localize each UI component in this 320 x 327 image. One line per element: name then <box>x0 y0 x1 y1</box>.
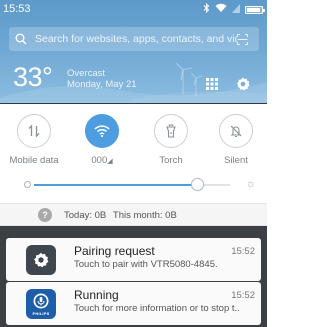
settings-icon[interactable] <box>235 76 251 92</box>
toggle-label: Torch <box>159 155 183 166</box>
signal-icon <box>232 3 240 16</box>
scan-icon[interactable] <box>237 33 253 45</box>
toggle-label: Silent <box>224 155 248 166</box>
brightness-slider[interactable]: ☼ <box>24 178 256 191</box>
weather-date: Monday, May 21 <box>67 79 137 90</box>
apps-grid-icon[interactable] <box>205 77 219 91</box>
weather-condition: Overcast <box>67 68 106 79</box>
help-icon: ? <box>38 208 52 222</box>
toggle-label: Mobile data <box>9 155 59 166</box>
notification-time: 15:52 <box>231 290 255 301</box>
notification-title: Running <box>74 288 119 302</box>
status-icons <box>203 2 265 16</box>
brightness-high-icon: ☼ <box>245 178 256 190</box>
toggle-torch[interactable]: Torch <box>141 114 201 166</box>
data-today: Today: 0B <box>64 210 107 221</box>
search-input[interactable] <box>35 33 237 45</box>
mobile-data-icon[interactable] <box>17 114 51 148</box>
notification-time: 15:52 <box>231 246 255 257</box>
notification-title: Pairing request <box>74 244 155 258</box>
bluetooth-icon <box>203 2 210 16</box>
toggle-silent[interactable]: Silent <box>206 114 266 166</box>
signal-triangle-icon: ◢ <box>107 158 113 165</box>
notification-running[interactable]: PHILIPS Running Touch for more informati… <box>6 282 261 325</box>
philips-app-icon: PHILIPS <box>26 289 56 319</box>
toggle-mobile-data[interactable]: Mobile data <box>4 114 64 166</box>
philips-logo-text: PHILIPS <box>32 311 50 316</box>
battery-icon <box>245 5 265 14</box>
torch-icon[interactable] <box>154 114 188 148</box>
notification-body: Touch for more information or to stop t.… <box>74 303 240 314</box>
wifi-network-name: 000 <box>91 155 108 166</box>
notification-body: Touch to pair with VTR5080-4845. <box>74 259 218 270</box>
wifi-icon[interactable] <box>85 114 119 148</box>
toggle-label: 000◢ <box>72 155 132 166</box>
status-time: 15:53 <box>3 3 31 15</box>
slider-fill <box>34 184 197 186</box>
notification-pairing[interactable]: Pairing request Touch to pair with VTR50… <box>6 238 261 281</box>
data-usage-row[interactable]: ? Today: 0B This month: 0B <box>0 203 267 226</box>
battery-level <box>247 7 260 12</box>
toggle-wifi[interactable]: 000◢ <box>72 114 132 166</box>
data-month: This month: 0B <box>112 210 177 221</box>
weather-details: Overcast Monday, May 21 <box>67 68 137 90</box>
bell-off-icon[interactable] <box>219 114 253 148</box>
wifi-icon <box>215 3 227 16</box>
settings-gear-icon <box>26 245 56 275</box>
data-usage-text: Today: 0B This month: 0B <box>64 210 177 221</box>
search-bar[interactable] <box>9 27 259 51</box>
status-bar: 15:53 <box>0 0 267 17</box>
brightness-low-icon <box>24 181 31 188</box>
search-icon <box>15 33 33 45</box>
temperature: 33° <box>13 62 53 92</box>
weather-header: 15:53 33° <box>0 0 267 104</box>
slider-thumb[interactable] <box>190 178 204 191</box>
